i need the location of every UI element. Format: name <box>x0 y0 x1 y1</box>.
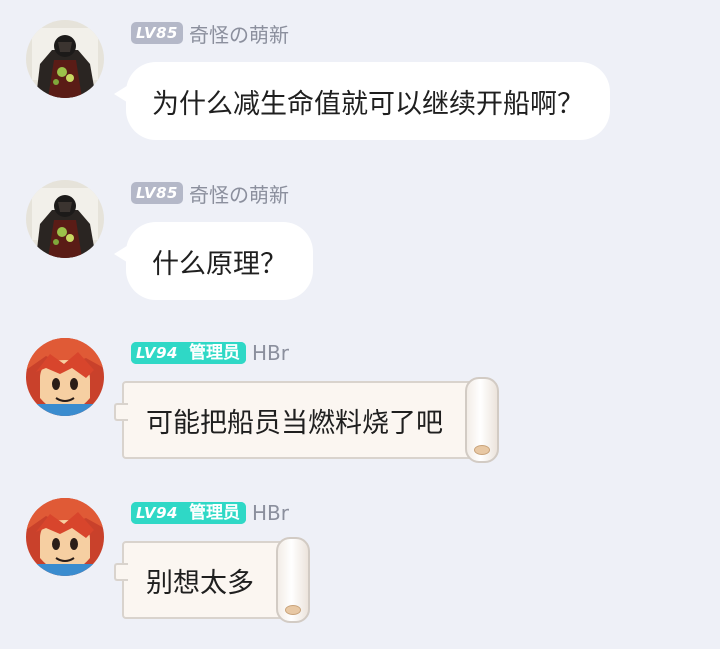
avatar[interactable] <box>26 180 104 258</box>
username[interactable]: 奇怪の萌新 <box>189 179 289 208</box>
message-header: LV85 奇怪の萌新 <box>131 19 289 48</box>
level-badge: LV94 <box>131 342 183 364</box>
scroll-roll-decoration <box>465 377 499 463</box>
red-hair-cartoon-avatar-icon <box>26 498 104 576</box>
username[interactable]: HBr <box>252 341 289 365</box>
message-text: 别想太多 <box>146 567 254 599</box>
username[interactable]: HBr <box>252 501 289 525</box>
dark-knight-avatar-icon <box>26 20 104 98</box>
avatar[interactable] <box>26 20 104 98</box>
username[interactable]: 奇怪の萌新 <box>189 19 289 48</box>
message-header: LV85 奇怪の萌新 <box>131 179 289 208</box>
avatar[interactable] <box>26 498 104 576</box>
message-text: 可能把船员当燃料烧了吧 <box>146 407 443 439</box>
message-bubble[interactable]: 可能把船员当燃料烧了吧 <box>114 377 499 463</box>
bubble-tail <box>114 563 128 581</box>
role-badge: 管理员 <box>182 502 246 524</box>
avatar[interactable] <box>26 338 104 416</box>
level-badge: LV85 <box>131 22 183 44</box>
message-bubble[interactable]: 别想太多 <box>114 537 310 623</box>
message-text: 什么原理？ <box>152 248 287 280</box>
bubble-tail <box>114 403 128 421</box>
message-bubble[interactable]: 为什么减生命值就可以继续开船啊？ <box>126 62 610 140</box>
admin-badge: LV94 管理员 <box>131 502 246 524</box>
dark-knight-avatar-icon <box>26 180 104 258</box>
role-badge: 管理员 <box>182 342 246 364</box>
message-header: LV94 管理员 HBr <box>131 341 289 365</box>
message-text: 为什么减生命值就可以继续开船啊？ <box>152 88 584 120</box>
scroll-roll-decoration <box>276 537 310 623</box>
red-hair-cartoon-avatar-icon <box>26 338 104 416</box>
level-badge: LV94 <box>131 502 183 524</box>
level-badge: LV85 <box>131 182 183 204</box>
admin-badge: LV94 管理员 <box>131 342 246 364</box>
message-bubble[interactable]: 什么原理？ <box>126 222 313 300</box>
message-header: LV94 管理员 HBr <box>131 501 289 525</box>
